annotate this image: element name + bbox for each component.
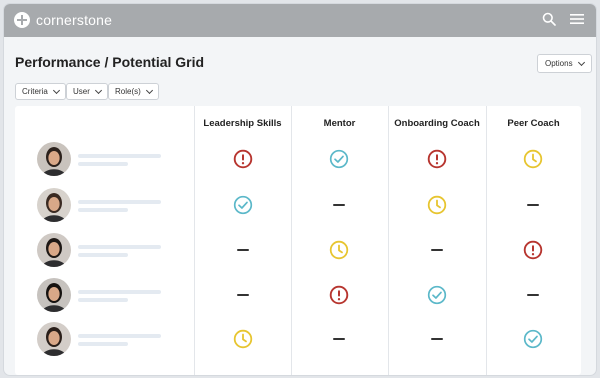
menu-icon[interactable] [570,13,584,25]
grid-row [15,316,581,362]
column-header-mentor[interactable]: Mentor [291,118,388,129]
top-bar: cornerstone [4,4,596,37]
column-header-leadership-skills[interactable]: Leadership Skills [194,118,291,129]
column-header-peer-coach[interactable]: Peer Coach [486,118,581,129]
options-label: Options [545,59,573,68]
user-role-placeholder [78,253,128,257]
check-circle-icon[interactable] [427,285,447,305]
performance-grid: Leadership Skills Mentor Onboarding Coac… [15,106,581,375]
chevron-down-icon [52,86,60,94]
status-none-dash [527,204,539,206]
user-filter[interactable]: User [66,83,108,100]
chevron-down-icon [577,58,585,66]
check-circle-icon[interactable] [233,195,253,215]
brand-name: cornerstone [36,12,113,28]
filter-label: User [73,87,90,96]
brand-logo[interactable]: cornerstone [14,12,112,28]
user-name-placeholder [78,200,161,204]
filter-label: Criteria [22,87,48,96]
clock-icon[interactable] [523,149,543,169]
clock-icon[interactable] [427,195,447,215]
avatar[interactable] [37,233,71,267]
status-none-dash [431,338,443,340]
user-role-placeholder [78,162,128,166]
status-none-dash [237,249,249,251]
app-window: cornerstone Performance / Potential Grid… [4,4,596,375]
status-none-dash [431,249,443,251]
roles-filter[interactable]: Role(s) [108,83,159,100]
status-none-dash [527,294,539,296]
cornerstone-logo-icon [14,12,30,28]
alert-icon[interactable] [329,285,349,305]
user-name-placeholder [78,245,161,249]
chevron-down-icon [145,86,153,94]
user-name-placeholder [78,154,161,158]
search-icon[interactable] [542,12,556,26]
page-title: Performance / Potential Grid [15,54,205,70]
user-role-placeholder [78,298,128,302]
alert-icon[interactable] [427,149,447,169]
options-dropdown[interactable]: Options [537,54,592,73]
column-header-onboarding-coach[interactable]: Onboarding Coach [388,118,486,129]
status-none-dash [333,204,345,206]
grid-row [15,136,581,182]
clock-icon[interactable] [329,240,349,260]
alert-icon[interactable] [523,240,543,260]
user-name-placeholder [78,290,161,294]
grid-row [15,227,581,273]
criteria-filter[interactable]: Criteria [15,83,66,100]
chevron-down-icon [94,86,102,94]
grid-row [15,182,581,228]
avatar[interactable] [37,188,71,222]
avatar[interactable] [37,142,71,176]
filter-label: Role(s) [115,87,141,96]
avatar[interactable] [37,278,71,312]
user-name-placeholder [78,334,161,338]
grid-row [15,272,581,318]
check-circle-icon[interactable] [329,149,349,169]
clock-icon[interactable] [233,329,253,349]
status-none-dash [333,338,345,340]
user-role-placeholder [78,342,128,346]
check-circle-icon[interactable] [523,329,543,349]
status-none-dash [237,294,249,296]
avatar[interactable] [37,322,71,356]
user-role-placeholder [78,208,128,212]
alert-icon[interactable] [233,149,253,169]
